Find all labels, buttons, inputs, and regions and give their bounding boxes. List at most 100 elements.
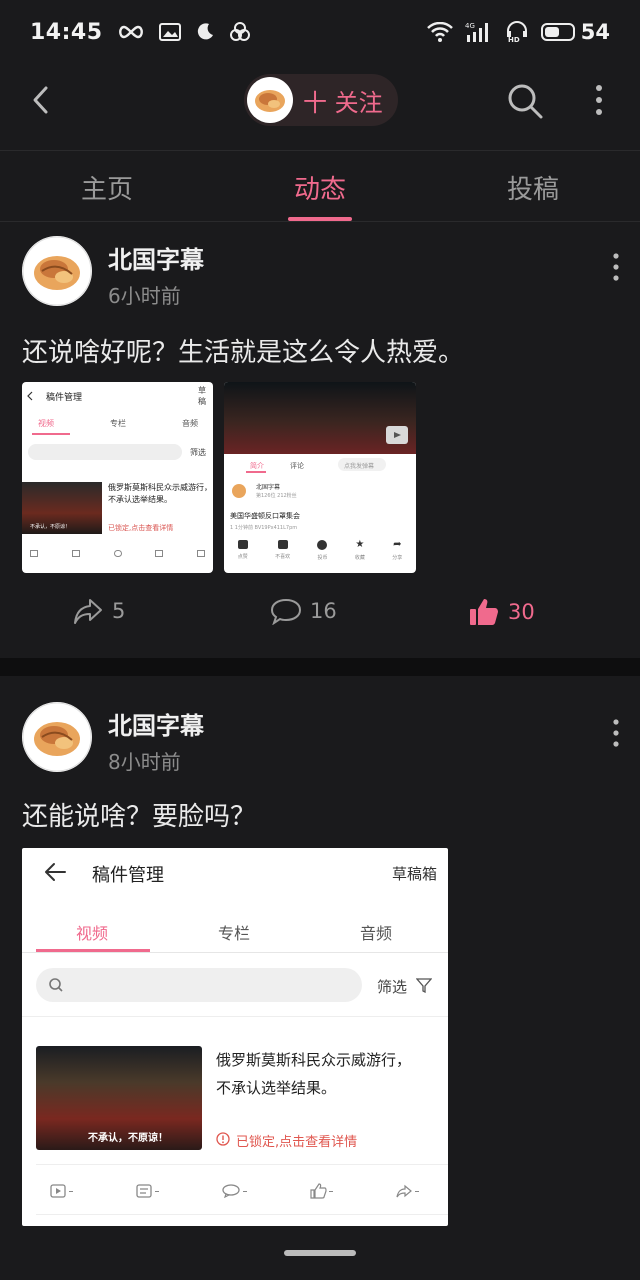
danmaku-input: 点我发弹幕 (338, 458, 386, 471)
share-button[interactable]: 5 (72, 597, 125, 625)
post-image[interactable]: 稿件管理 草稿 视频 专栏 音频 筛选 不承认，不原谅！ 俄罗斯莫斯科民众示威游… (22, 382, 213, 573)
post-image[interactable]: 简介 评论 点我发弹幕 北国字幕 第126位 212粉丝 美国华盛顿反口罩集会 … (224, 382, 416, 573)
follow-label: 十 关注 (303, 88, 383, 117)
thumbs-up-icon (470, 599, 498, 625)
video-title-line2: 不承认选举结果。 (216, 1079, 337, 1097)
share-icon (396, 1184, 419, 1198)
profile-tabs: 主页 动态 投稿 (0, 150, 640, 222)
search-icon[interactable] (506, 82, 544, 120)
video-meta: 1 1分钟前 BV19Px411L7pm (230, 525, 298, 531)
coin-icon (317, 540, 328, 550)
comment-icon (113, 550, 122, 557)
tab-intro: 简介 (250, 462, 264, 470)
filter-label: 筛选 (190, 448, 206, 457)
search-icon (49, 978, 63, 992)
comment-icon (270, 598, 302, 625)
drafts-link: 草稿 (198, 386, 206, 406)
avatar (232, 484, 246, 498)
back-icon (27, 391, 33, 401)
filter-icon (416, 978, 432, 993)
thumb-caption: 不承认，不原谅！ (88, 1133, 168, 1144)
tab-column: 专栏 (218, 924, 251, 943)
signal-4g-icon: 4G (465, 22, 488, 42)
post-time: 8小时前 (108, 750, 181, 774)
post-more-icon[interactable] (610, 718, 622, 748)
tab-audio: 音频 (182, 419, 198, 428)
manage-title: 稿件管理 (92, 865, 164, 886)
comment-icon (222, 1184, 247, 1198)
post-text: 还说啥好呢？生活就是这么令人热爱。 (22, 338, 465, 368)
post-more-icon[interactable] (610, 252, 622, 282)
status-bar: 14:45 4G HD 54 (0, 0, 640, 64)
post-card: 北国字幕 8小时前 还能说啥？要脸吗？ 稿件管理 草稿箱 视频 专栏 音频 筛选… (0, 676, 640, 1280)
play-count-icon (50, 1184, 73, 1198)
danmaku-icon (71, 550, 80, 557)
tab-video: 视频 (38, 419, 54, 428)
author-name[interactable]: 北国字幕 (108, 706, 204, 741)
like-icon (310, 1183, 333, 1199)
like-count: 30 (508, 600, 535, 624)
share-icon: ➦ (393, 539, 402, 550)
svg-text:HD: HD (508, 36, 520, 43)
drafts-link: 草稿箱 (392, 865, 438, 883)
video-thumbnail: 不承认，不原谅！ (22, 482, 102, 534)
star-icon: ★ (355, 539, 365, 550)
tab-column: 专栏 (110, 419, 126, 428)
tab-video: 视频 (76, 924, 109, 943)
back-icon (45, 863, 66, 881)
tab-comments: 评论 (290, 462, 304, 470)
video-title: 俄罗斯莫斯科民众示威游行，不承认选举结果。 (108, 483, 212, 504)
author-name[interactable]: 北国字幕 (108, 240, 204, 275)
tab-active-indicator (288, 217, 352, 221)
follow-button[interactable]: 十 关注 (244, 74, 398, 126)
post-time: 6小时前 (108, 284, 181, 308)
dislike-icon (277, 540, 288, 549)
app-screen: 14:45 4G HD 54 十 关注 主页 动态 投稿 北国字幕 6小时前 还… (0, 0, 640, 1280)
post-divider (0, 658, 640, 676)
play-icon (30, 550, 38, 557)
back-icon[interactable] (24, 82, 60, 118)
more-icon[interactable] (588, 82, 610, 118)
battery-level: 54 (580, 20, 610, 44)
tab-submissions[interactable]: 投稿 (473, 151, 593, 223)
tab-home[interactable]: 主页 (47, 151, 167, 223)
avatar[interactable] (22, 236, 92, 306)
status-time: 14:45 (30, 19, 103, 45)
post-text: 还能说啥？要脸吗？ (22, 802, 257, 832)
home-indicator[interactable] (284, 1250, 356, 1256)
search-input (36, 968, 362, 1002)
share-icon (74, 599, 102, 624)
search-input (28, 444, 182, 460)
post-image[interactable]: 稿件管理 草稿箱 视频 专栏 音频 筛选 不承认，不原谅！ 俄罗斯莫斯科民众示威… (22, 848, 448, 1226)
fan-icon (229, 22, 250, 41)
comment-count: 16 (310, 599, 337, 623)
top-navbar: 十 关注 (0, 64, 640, 150)
svg-text:4G: 4G (465, 22, 475, 30)
wifi-icon (426, 22, 453, 42)
share-icon (197, 550, 205, 557)
thumb-caption: 不承认，不原谅！ (30, 524, 71, 530)
like-icon (237, 540, 248, 549)
avatar (247, 77, 293, 123)
avatar[interactable] (22, 702, 92, 772)
post-actions: 5 16 30 (0, 597, 640, 637)
battery-icon (540, 23, 575, 41)
like-icon (155, 550, 164, 557)
infinity-icon (118, 25, 143, 39)
tv-icon (394, 432, 401, 438)
filter-label: 筛选 (377, 978, 408, 996)
share-count: 5 (112, 599, 126, 623)
tab-dynamics[interactable]: 动态 (260, 151, 380, 223)
moon-icon (197, 23, 213, 40)
tab-audio: 音频 (360, 924, 393, 943)
danmaku-icon (136, 1184, 159, 1198)
info-icon (216, 1132, 230, 1146)
like-button[interactable]: 30 (468, 597, 535, 627)
uploader-meta: 第126位 212粉丝 (256, 493, 297, 499)
video-title: 美国华盛顿反口罩集会 (230, 512, 300, 520)
video-title-line1: 俄罗斯莫斯科民众示威游行， (216, 1051, 412, 1069)
hd-voice-icon: HD (506, 21, 527, 43)
comment-button[interactable]: 16 (270, 597, 337, 625)
image-icon (158, 23, 181, 41)
post-card: 北国字幕 6小时前 还说啥好呢？生活就是这么令人热爱。 稿件管理 草稿 视频 专… (0, 222, 640, 658)
